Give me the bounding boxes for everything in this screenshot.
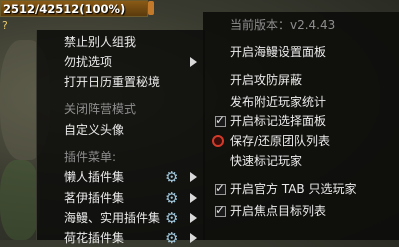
menu-item-lotus-plugins[interactable]: 荷花插件集	[64, 230, 124, 246]
hp-text: 2512/42512(100%)	[3, 2, 126, 16]
menu-item-mingyi-plugins[interactable]: 茗伊插件集	[64, 190, 124, 206]
menu-item-quick-mark-player[interactable]: 快速标记玩家	[230, 153, 302, 169]
check-icon: ✓	[215, 181, 226, 195]
menu-item-save-restore-team[interactable]: 保存/还原团队列表	[230, 133, 330, 149]
chevron-right-icon	[190, 172, 197, 182]
chevron-right-icon	[190, 57, 197, 67]
gear-icon[interactable]: ⚙	[165, 169, 178, 185]
menu-item-mark-select-panel[interactable]: 开启标记选择面板	[230, 113, 326, 129]
gear-icon[interactable]: ⚙	[165, 190, 178, 206]
menu-item-focus-target-list[interactable]: 开启焦点目标列表	[230, 203, 326, 219]
hp-bar-cap	[148, 1, 154, 15]
version-text: 当前版本：v2.4.43	[230, 18, 336, 32]
checkbox-tab-players-only[interactable]: ✓	[215, 181, 226, 195]
game-scene-foliage	[0, 160, 40, 240]
check-icon: ✓	[215, 203, 226, 217]
menu-item-attack-defense-shield[interactable]: 开启攻防屏蔽	[230, 72, 302, 88]
gear-icon[interactable]: ⚙	[165, 230, 178, 246]
menu-item-block-group-invite[interactable]: 禁止别人组我	[64, 34, 136, 50]
menu-item-haiman-settings[interactable]: 开启海鳗设置面板	[230, 44, 326, 60]
hud-stub-text: ?	[2, 19, 8, 32]
menu-item-open-calendar[interactable]: 打开日历重置秘境	[64, 74, 160, 90]
menu-item-haiman-plugins[interactable]: 海鳗、实用插件集	[64, 210, 160, 226]
context-menu-main: 禁止别人组我 勿扰选项 打开日历重置秘境 关闭阵营模式 自定义头像 插件菜单: …	[36, 30, 205, 246]
check-icon: ✓	[215, 113, 226, 127]
menu-item-dnd-options[interactable]: 勿扰选项	[64, 54, 112, 70]
menu-item-custom-avatar[interactable]: 自定义头像	[64, 122, 124, 138]
context-submenu-haiman: 当前版本：v2.4.43 开启海鳗设置面板 开启攻防屏蔽 发布附近玩家统计 ✓ …	[203, 12, 399, 240]
menu-header-faction-mode: 关闭阵营模式	[64, 102, 137, 116]
menu-item-official-tab-players[interactable]: 开启官方 TAB 只选玩家	[230, 181, 356, 197]
radio-icon[interactable]	[212, 135, 224, 147]
chevron-right-icon	[190, 193, 197, 203]
chevron-right-icon	[190, 233, 197, 243]
checkbox-focus-target-list[interactable]: ✓	[215, 203, 226, 217]
menu-item-lazy-plugins[interactable]: 懒人插件集	[64, 169, 124, 185]
menu-item-nearby-player-stats[interactable]: 发布附近玩家统计	[230, 94, 326, 110]
menu-header-plugins: 插件菜单:	[64, 150, 117, 164]
hp-bar: 2512/42512(100%)	[0, 0, 148, 17]
checkbox-mark-panel[interactable]: ✓	[215, 113, 226, 127]
gear-icon[interactable]: ⚙	[165, 210, 178, 226]
chevron-right-icon	[190, 213, 197, 223]
